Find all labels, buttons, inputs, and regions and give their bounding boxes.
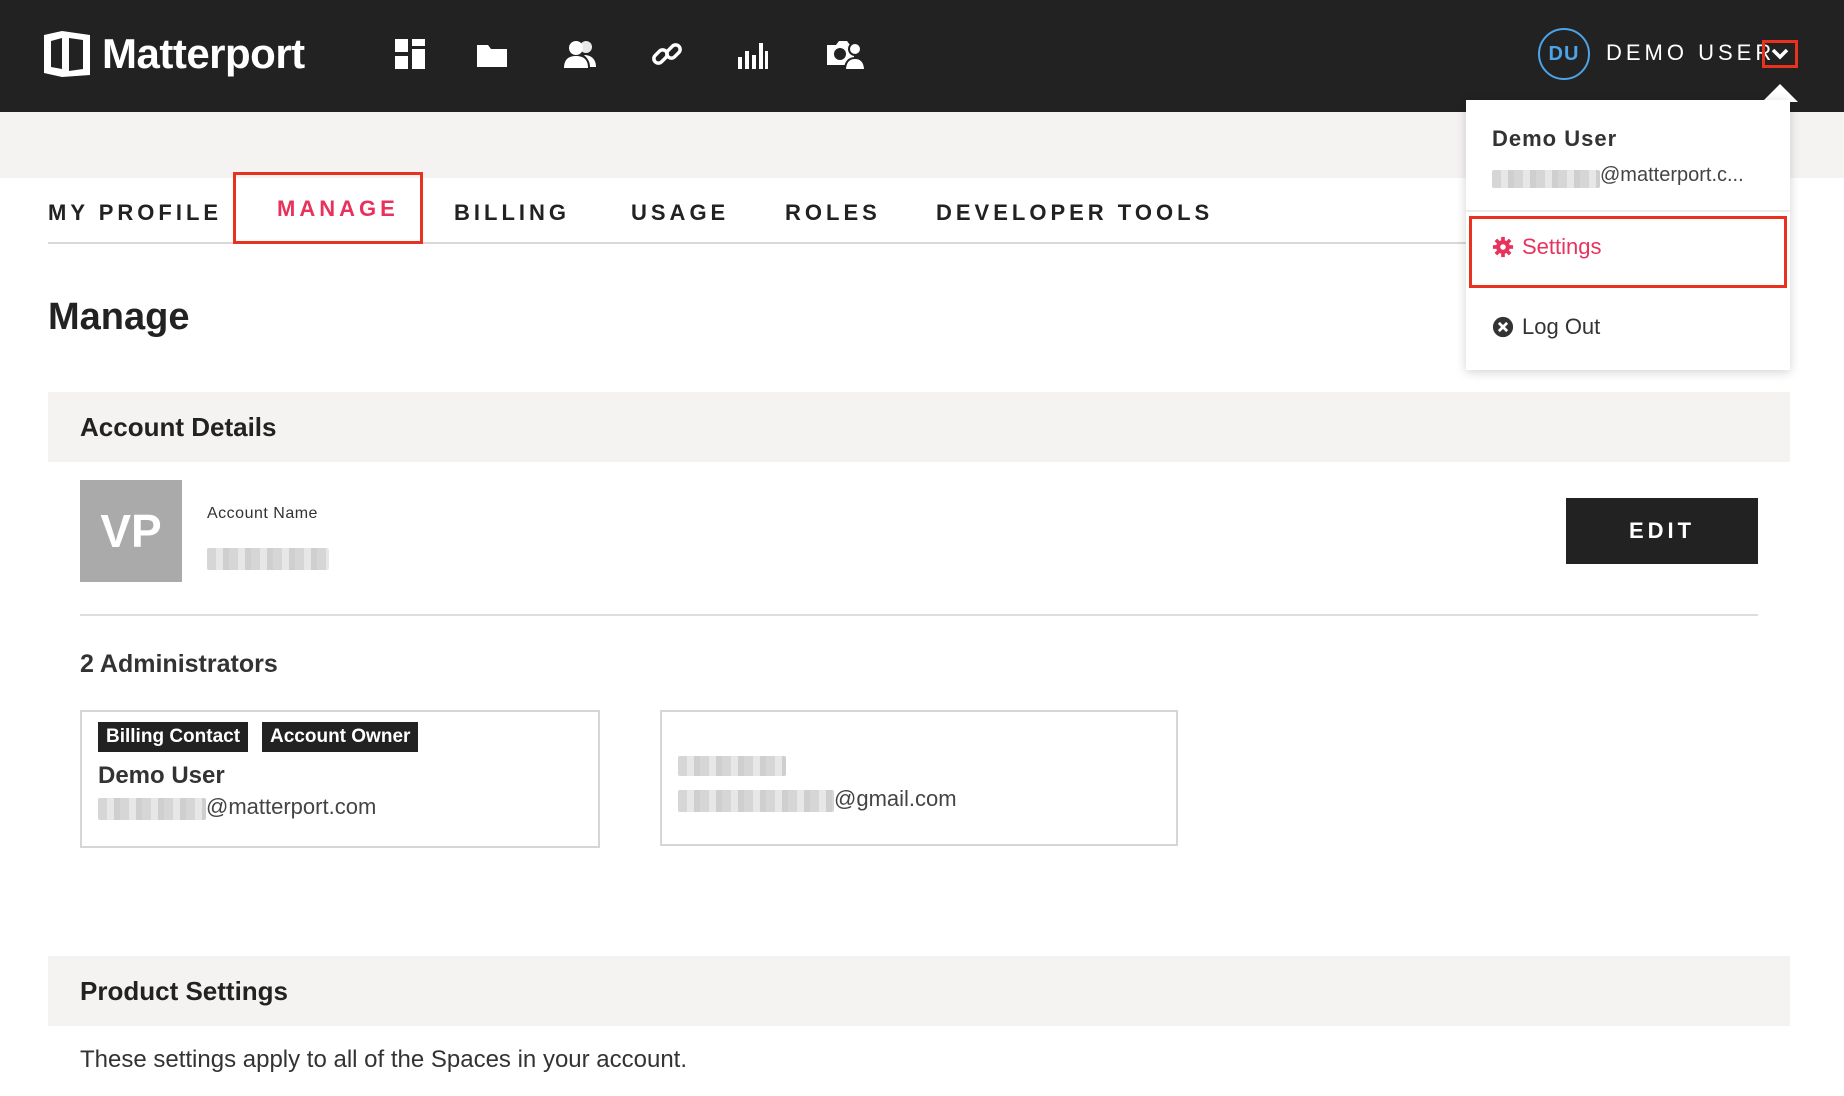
admin-email: @gmail.com — [834, 786, 957, 811]
admin-email-redacted — [678, 790, 834, 812]
product-settings-heading: Product Settings — [80, 976, 289, 1006]
edit-button[interactable]: EDIT — [1566, 498, 1758, 564]
admin-name-redacted — [678, 756, 786, 776]
top-navigation-bar: Matterport DU DEMO USER — [0, 0, 1844, 112]
account-avatar: VP — [80, 480, 182, 582]
dropdown-separator — [1466, 210, 1790, 212]
account-owner-badge: Account Owner — [262, 722, 419, 752]
settings-highlight — [1469, 216, 1787, 288]
close-circle-icon — [1492, 316, 1514, 338]
section-divider — [80, 614, 1758, 616]
logout-label: Log Out — [1522, 314, 1601, 339]
page-title: Manage — [48, 296, 190, 338]
admin-email-redacted — [98, 798, 206, 820]
tab-billing[interactable]: BILLING — [454, 200, 570, 226]
tab-developer-tools[interactable]: DEVELOPER TOOLS — [936, 200, 1213, 226]
tab-usage[interactable]: USAGE — [631, 200, 729, 226]
folder-icon[interactable] — [467, 34, 517, 74]
matterport-logo[interactable]: Matterport — [42, 28, 305, 80]
user-menu-name[interactable]: DEMO USER — [1606, 40, 1775, 66]
link-icon[interactable] — [642, 34, 692, 74]
brand-name: Matterport — [102, 30, 305, 77]
dashboard-icon[interactable] — [385, 34, 435, 74]
account-name-label: Account Name — [207, 505, 318, 522]
admin-email: @matterport.com — [206, 794, 377, 819]
chevron-down-icon — [1771, 48, 1789, 60]
billing-contact-badge: Billing Contact — [98, 722, 249, 752]
account-details-heading: Account Details — [80, 412, 277, 442]
product-settings-header: Product Settings — [48, 956, 1790, 1026]
matterport-logo-icon — [44, 31, 90, 77]
product-settings-description: These settings apply to all of the Space… — [80, 1046, 688, 1073]
logout-menu-item[interactable]: Log Out — [1492, 314, 1600, 340]
account-name-redacted — [207, 548, 329, 570]
account-details-header: Account Details — [48, 392, 1790, 462]
user-menu-toggle[interactable] — [1762, 40, 1798, 68]
users-icon[interactable] — [555, 34, 605, 74]
admin-card: Billing Contact Account Owner Demo User … — [80, 710, 600, 848]
dropdown-user-email: @matterport.c... — [1600, 164, 1744, 186]
tab-my-profile[interactable]: MY PROFILE — [48, 200, 222, 226]
dropdown-email-redacted — [1492, 170, 1600, 188]
administrators-title: 2 Administrators — [80, 650, 278, 678]
photo-people-icon[interactable] — [817, 34, 873, 74]
user-avatar[interactable]: DU — [1538, 28, 1590, 80]
admin-name: Demo User — [98, 762, 225, 789]
tab-roles[interactable]: ROLES — [785, 200, 881, 226]
dropdown-user-name: Demo User — [1492, 126, 1618, 151]
analytics-icon[interactable] — [727, 34, 777, 74]
admin-card: @gmail.com — [660, 710, 1178, 846]
manage-tab-highlight — [233, 172, 423, 244]
